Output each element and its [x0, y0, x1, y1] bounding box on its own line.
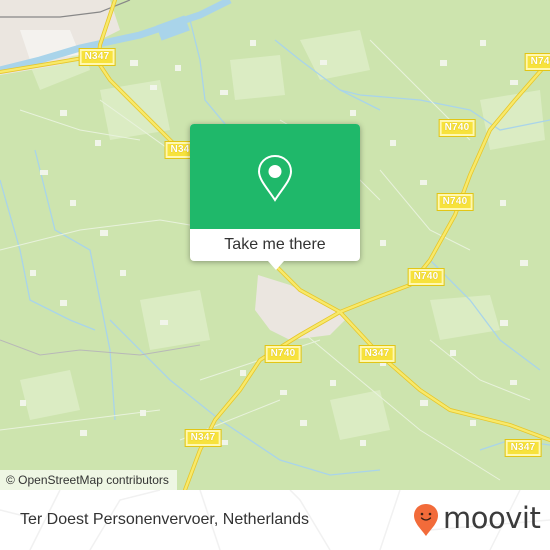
- location-popup: Take me there: [190, 124, 360, 270]
- road-shield-n740: N740: [436, 193, 474, 211]
- lake: [156, 15, 190, 41]
- footer: Ter Doest Personenvervoer, Netherlands m…: [0, 490, 550, 550]
- map-attribution[interactable]: © OpenStreetMap contributors: [0, 470, 177, 490]
- road-shield-n740: N740: [407, 268, 445, 286]
- road-shield-n740: N740: [264, 345, 302, 363]
- place-title: Ter Doest Personenvervoer, Netherlands: [20, 511, 310, 528]
- road-shield-n347: N347: [504, 439, 542, 457]
- road-shield-n740: N347: [184, 429, 222, 447]
- map-pin-icon: [257, 154, 293, 202]
- popup-header: [190, 124, 360, 229]
- road-shield-n740: N740: [438, 119, 476, 137]
- popup-pointer: [268, 261, 284, 270]
- road-shield-n347: N347: [358, 345, 396, 363]
- road-shield-n347: N347: [78, 48, 116, 66]
- take-me-there-button[interactable]: Take me there: [190, 229, 360, 261]
- moovit-pin-smile-icon: [414, 504, 438, 536]
- map[interactable]: N347 N34 N740 N740 N740 N740 N347 N740 N…: [0, 0, 550, 490]
- moovit-logo-text: moovit: [443, 501, 541, 535]
- road-shield-n740: N740: [524, 53, 550, 71]
